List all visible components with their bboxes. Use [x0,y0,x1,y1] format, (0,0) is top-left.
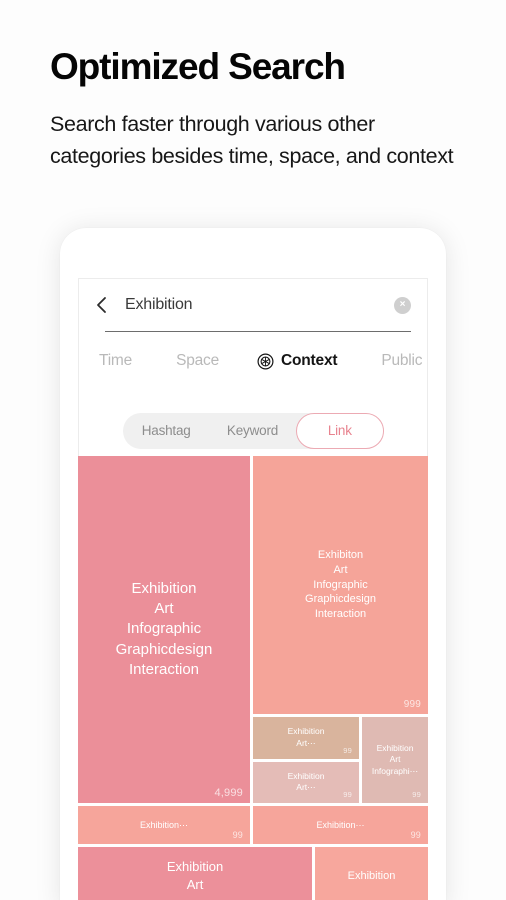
tab-public[interactable]: Public [381,352,422,370]
treemap-tile-a[interactable]: Exhibition Art Infographic Graphicdesign Int… [78,456,250,803]
tab-time[interactable]: Time [99,352,132,370]
page-subtitle: Search faster through various other cate… [50,112,454,169]
treemap-tile-i-label: Exhibition [347,869,396,882]
treemap-tile-f[interactable]: Exhibition⋯ 99 [78,806,250,844]
treemap-right-column: Exhibiton Art Infographic Graphicdesign Inte… [253,456,428,803]
page-title: Optimized Search [50,46,346,87]
search-row: Exhibition × [79,279,427,331]
segment-link[interactable]: Link [295,413,384,449]
treemap-tile-e-count: 99 [412,790,421,799]
treemap-tile-c[interactable]: Exhibition Art⋯ 99 [253,717,359,759]
search-card: Exhibition × Time Space Context Public [78,278,428,406]
search-input[interactable]: Exhibition [125,296,394,314]
segment-keyword[interactable]: Keyword [209,413,295,449]
tab-context-label: Context [281,352,338,369]
segmented-control: Hashtag Keyword Link [123,413,384,449]
treemap-tile-d-count: 99 [343,790,352,799]
treemap-tile-c-count: 99 [343,745,352,755]
treemap-tile-d-label: Exhibition Art⋯ [287,770,325,793]
treemap-tile-e-label: Exhibition Art Infographi⋯ [371,742,419,776]
treemap-chart: Exhibition Art Infographic Graphicdesign Int… [78,456,428,900]
treemap-tile-g-label: Exhibition⋯ [316,819,365,830]
clear-circle-icon[interactable]: × [394,296,411,314]
treemap-tile-f-count: 99 [232,830,243,840]
tab-time-label: Time [99,352,133,369]
treemap-tile-g[interactable]: Exhibition⋯ 99 [253,806,428,844]
treemap-tile-h[interactable]: Exhibition Art [78,847,312,900]
treemap-tile-a-count: 4,999 [214,787,243,799]
segmented-control-wrapper: Hashtag Keyword Link [78,406,428,456]
chevron-left-icon[interactable] [93,294,111,316]
segment-hashtag[interactable]: Hashtag [123,413,209,449]
tab-public-label: Public [381,352,423,369]
hero-section: Optimized Search Search faster through v… [50,46,470,173]
treemap-tile-h-label: Exhibition Art [166,859,224,892]
phone-mockup: Exhibition × Time Space Context Public H… [60,228,446,900]
tab-space[interactable]: Space [176,352,219,370]
treemap-tile-b-count: 999 [403,699,421,710]
tab-context[interactable]: Context [257,352,338,370]
treemap-tile-a-label: Exhibition Art Infographic Graphicdesign Int… [115,579,213,678]
context-badge-icon [257,352,274,370]
treemap-tile-f-label: Exhibition⋯ [139,819,189,830]
treemap-tile-c-label: Exhibition Art⋯ [287,726,325,748]
treemap-main-row: Exhibition Art Infographic Graphicdesign Int… [78,456,428,803]
tab-space-label: Space [176,352,220,369]
treemap-row-2: Exhibition⋯ 99 Exhibition⋯ 99 [78,806,428,844]
treemap-tile-b-label: Exhibiton Art Infographic Graphicdesign Inte… [305,548,376,621]
treemap-sub-row: Exhibition Art⋯ 99 Exhibition Art⋯ 99 Exhi… [253,717,428,803]
category-tabs: Time Space Context Public [79,332,427,390]
treemap-left-column: Exhibition Art Infographic Graphicdesign Int… [78,456,250,803]
treemap-row-3: Exhibition Art Exhibition [78,847,428,900]
treemap-tile-i[interactable]: Exhibition [315,847,428,900]
treemap-sub-left: Exhibition Art⋯ 99 Exhibition Art⋯ 99 [253,717,359,803]
treemap-tile-b[interactable]: Exhibiton Art Infographic Graphicdesign Inte… [253,456,428,714]
treemap-tile-d[interactable]: Exhibition Art⋯ 99 [253,761,359,803]
page-root: Optimized Search Search faster through v… [0,0,506,900]
treemap-tile-e[interactable]: Exhibition Art Infographi⋯ 99 [362,717,428,803]
treemap-tile-g-count: 99 [410,830,421,840]
